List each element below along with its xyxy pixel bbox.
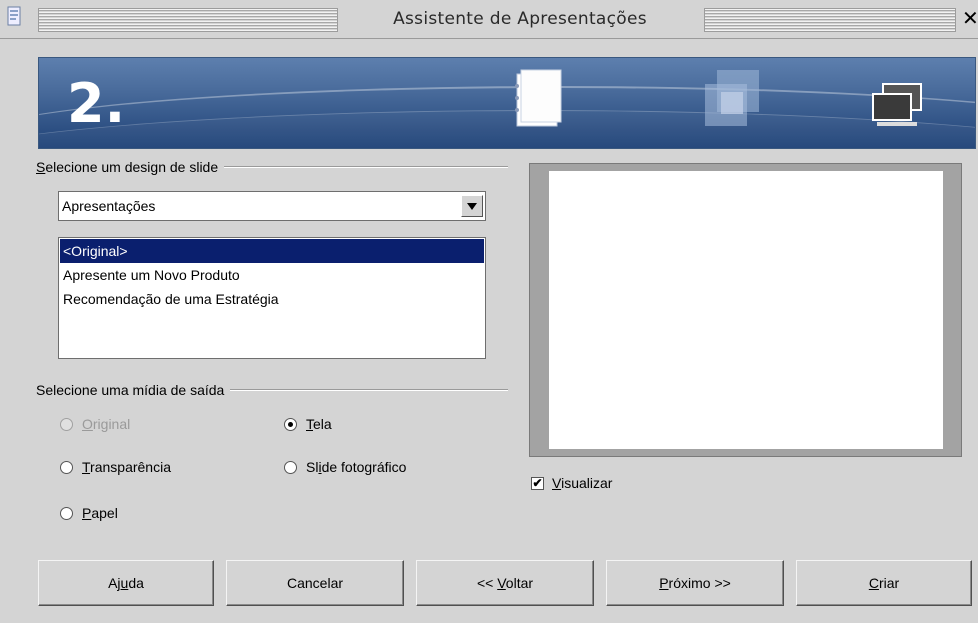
step-layers-icon [705, 70, 759, 126]
radio-transparencia[interactable]: Transparência [60, 457, 171, 477]
radio-indicator [60, 506, 73, 520]
radio-indicator [284, 460, 297, 474]
radio-slide-fotografico[interactable]: Slide fotográfico [284, 457, 406, 477]
step-monitors-icon [872, 83, 922, 126]
title-grip-left[interactable] [38, 8, 338, 32]
help-button[interactable]: Ajuda [38, 560, 214, 606]
header-banner: 2. [38, 57, 976, 149]
back-button[interactable]: << Voltar [416, 560, 594, 606]
template-list[interactable]: <Original> Apresente um Novo Produto Rec… [58, 237, 486, 359]
radio-papel[interactable]: Papel [60, 503, 118, 523]
design-category-value: Apresentações [62, 198, 156, 214]
list-item[interactable]: <Original> [60, 239, 484, 263]
next-button[interactable]: Próximo >> [606, 560, 784, 606]
combo-arrow-icon[interactable] [461, 195, 483, 217]
step-page-icon [515, 69, 562, 127]
radio-indicator [284, 417, 297, 431]
title-grip-right[interactable] [704, 8, 956, 32]
create-button[interactable]: Criar [796, 560, 972, 606]
radio-indicator [60, 417, 73, 431]
title-bar: Assistente de Apresentações ✕ [0, 0, 978, 39]
radio-indicator [60, 460, 73, 474]
list-item[interactable]: Recomendação de uma Estratégia [60, 287, 484, 311]
cancel-button[interactable]: Cancelar [226, 560, 404, 606]
radio-tela[interactable]: Tela [284, 414, 332, 434]
close-icon[interactable]: ✕ [962, 6, 978, 32]
window-title: Assistente de Apresentações [393, 9, 647, 29]
output-section-legend: Selecione uma mídia de saída [36, 381, 508, 399]
design-section-legend: Selecione um design de slide [36, 158, 508, 176]
preview-canvas [549, 171, 943, 449]
checkbox-indicator: ✔ [531, 475, 544, 490]
list-item[interactable]: Apresente um Novo Produto [60, 263, 484, 287]
step-number: 2. [67, 72, 126, 135]
radio-original[interactable]: Original [60, 414, 130, 434]
preview-checkbox[interactable]: ✔ Visualizar [531, 475, 612, 491]
design-category-combo[interactable]: Apresentações [58, 191, 486, 221]
app-icon [7, 6, 21, 26]
